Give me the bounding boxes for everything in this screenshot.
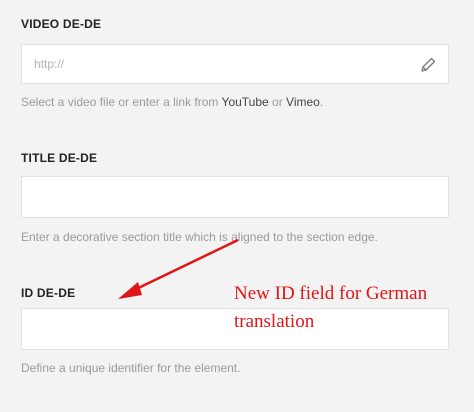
video-help-or: or xyxy=(268,95,287,109)
title-input[interactable] xyxy=(21,176,449,218)
annotation-line-1: New ID field for German xyxy=(234,283,428,304)
vimeo-link[interactable]: Vimeo xyxy=(286,95,320,109)
video-help-suffix: . xyxy=(319,95,324,109)
id-label: ID DE-DE xyxy=(21,286,76,300)
title-label: TITLE DE-DE xyxy=(21,151,98,165)
id-help-text: Define a unique identifier for the eleme… xyxy=(21,361,241,375)
video-url-input[interactable]: http:// xyxy=(21,44,449,84)
video-label: VIDEO DE-DE xyxy=(21,17,102,31)
annotation-text: New ID field for German translation xyxy=(234,280,470,336)
annotation-line-2: translation xyxy=(234,311,315,332)
pencil-icon[interactable] xyxy=(419,56,437,74)
video-help-text: Select a video file or enter a link from… xyxy=(21,95,323,109)
video-help-prefix: Select a video file or enter a link from xyxy=(21,95,222,109)
title-help-text: Enter a decorative section title which i… xyxy=(21,230,378,244)
video-url-placeholder: http:// xyxy=(34,57,65,71)
youtube-link[interactable]: YouTube xyxy=(222,95,269,109)
